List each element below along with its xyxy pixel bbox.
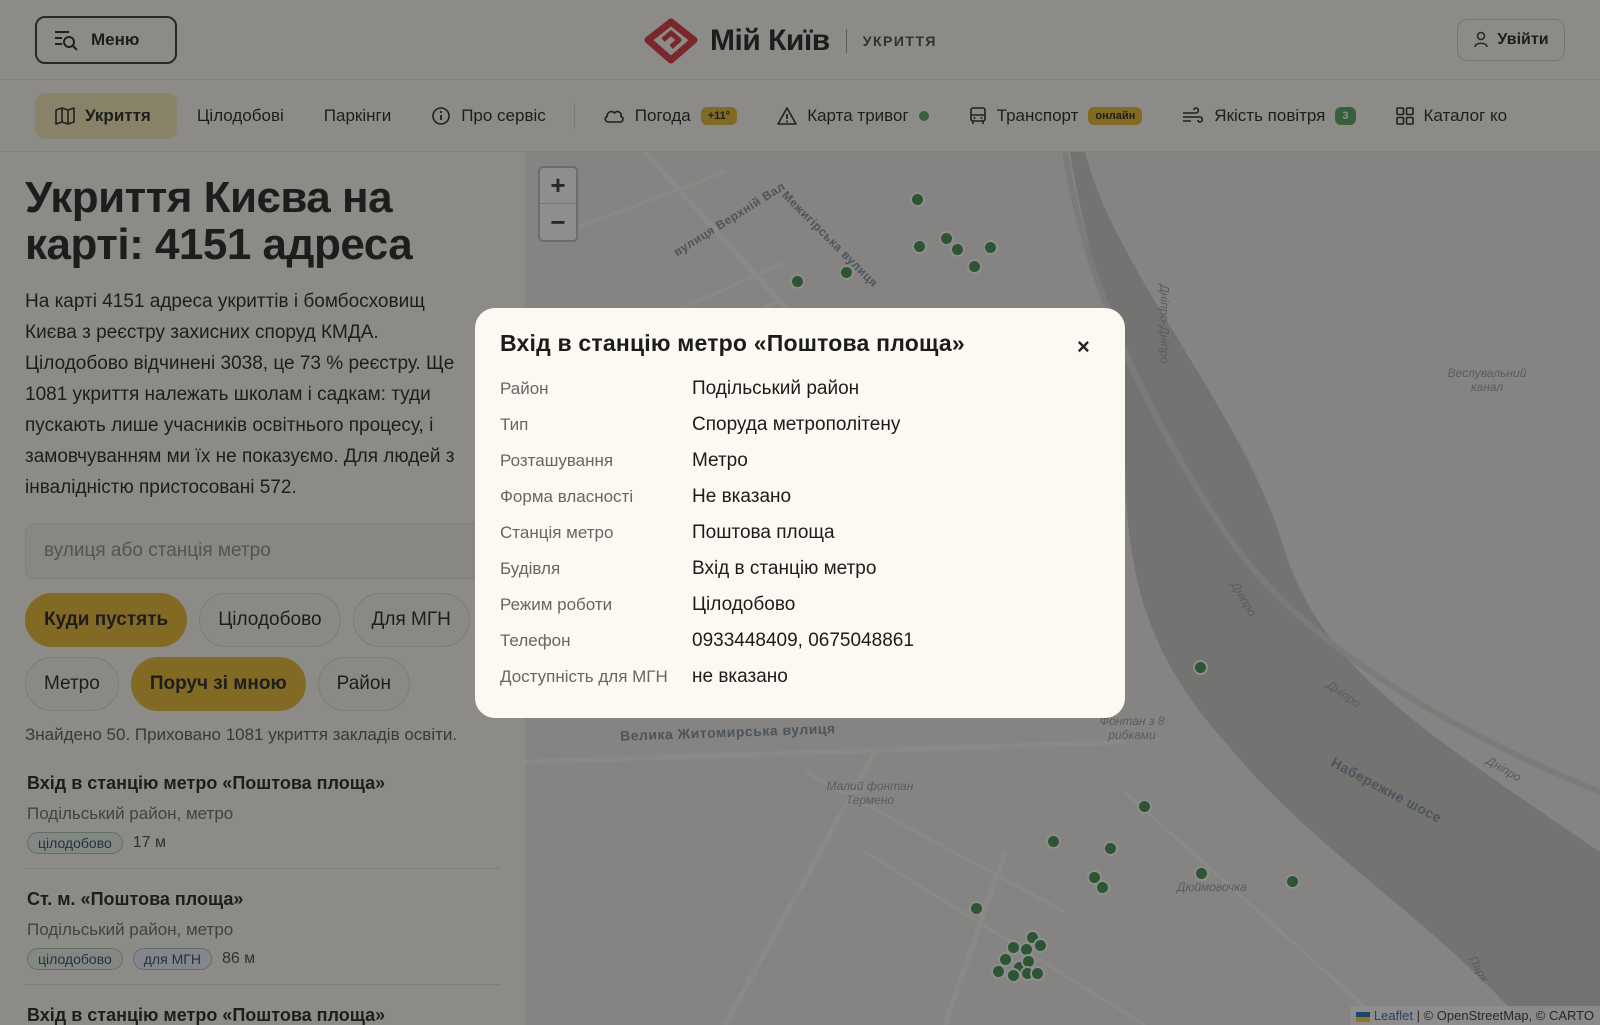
detail-value: Подільський район xyxy=(692,378,860,399)
detail-key: Тип xyxy=(500,415,529,434)
detail-value: Вхід в станцію метро xyxy=(692,558,877,579)
detail-key: Телефон xyxy=(500,631,571,650)
detail-row: Район Подільський район xyxy=(500,371,1100,407)
detail-value: Споруда метрополітену xyxy=(692,414,901,435)
detail-row: Телефон 0933448409, 0675048861 xyxy=(500,623,1100,659)
modal-title: Вхід в станцію метро «Поштова площа» xyxy=(500,330,965,356)
detail-key: Форма власності xyxy=(500,487,634,506)
detail-row: Форма власності Не вказано xyxy=(500,479,1100,515)
detail-row: Режим роботи Цілодобово xyxy=(500,587,1100,623)
phone-value[interactable]: 0933448409, 0675048861 xyxy=(692,630,914,652)
detail-row: Будівля Вхід в станцію метро xyxy=(500,551,1100,587)
detail-value: Не вказано xyxy=(692,486,792,507)
detail-row: Станція метро Поштова площа xyxy=(500,515,1100,551)
detail-key: Будівля xyxy=(500,559,561,578)
detail-key: Район xyxy=(500,379,549,398)
close-icon[interactable]: × xyxy=(1077,334,1090,360)
detail-key: Станція метро xyxy=(500,523,614,542)
detail-key: Доступність для МГН xyxy=(500,667,668,686)
detail-row: Тип Споруда метрополітену xyxy=(500,407,1100,443)
detail-key: Режим роботи xyxy=(500,595,613,614)
detail-key: Розташування xyxy=(500,451,614,470)
detail-value: Цілодобово xyxy=(692,594,796,615)
detail-value: Метро xyxy=(692,450,748,471)
shelter-details-modal: Вхід в станцію метро «Поштова площа» × Р… xyxy=(475,308,1125,718)
detail-row: Розташування Метро xyxy=(500,443,1100,479)
detail-value: не вказано xyxy=(692,666,788,687)
details-list: Район Подільський район Тип Споруда метр… xyxy=(500,371,1100,695)
detail-value: Поштова площа xyxy=(692,522,835,543)
detail-row: Доступність для МГН не вказано xyxy=(500,659,1100,695)
